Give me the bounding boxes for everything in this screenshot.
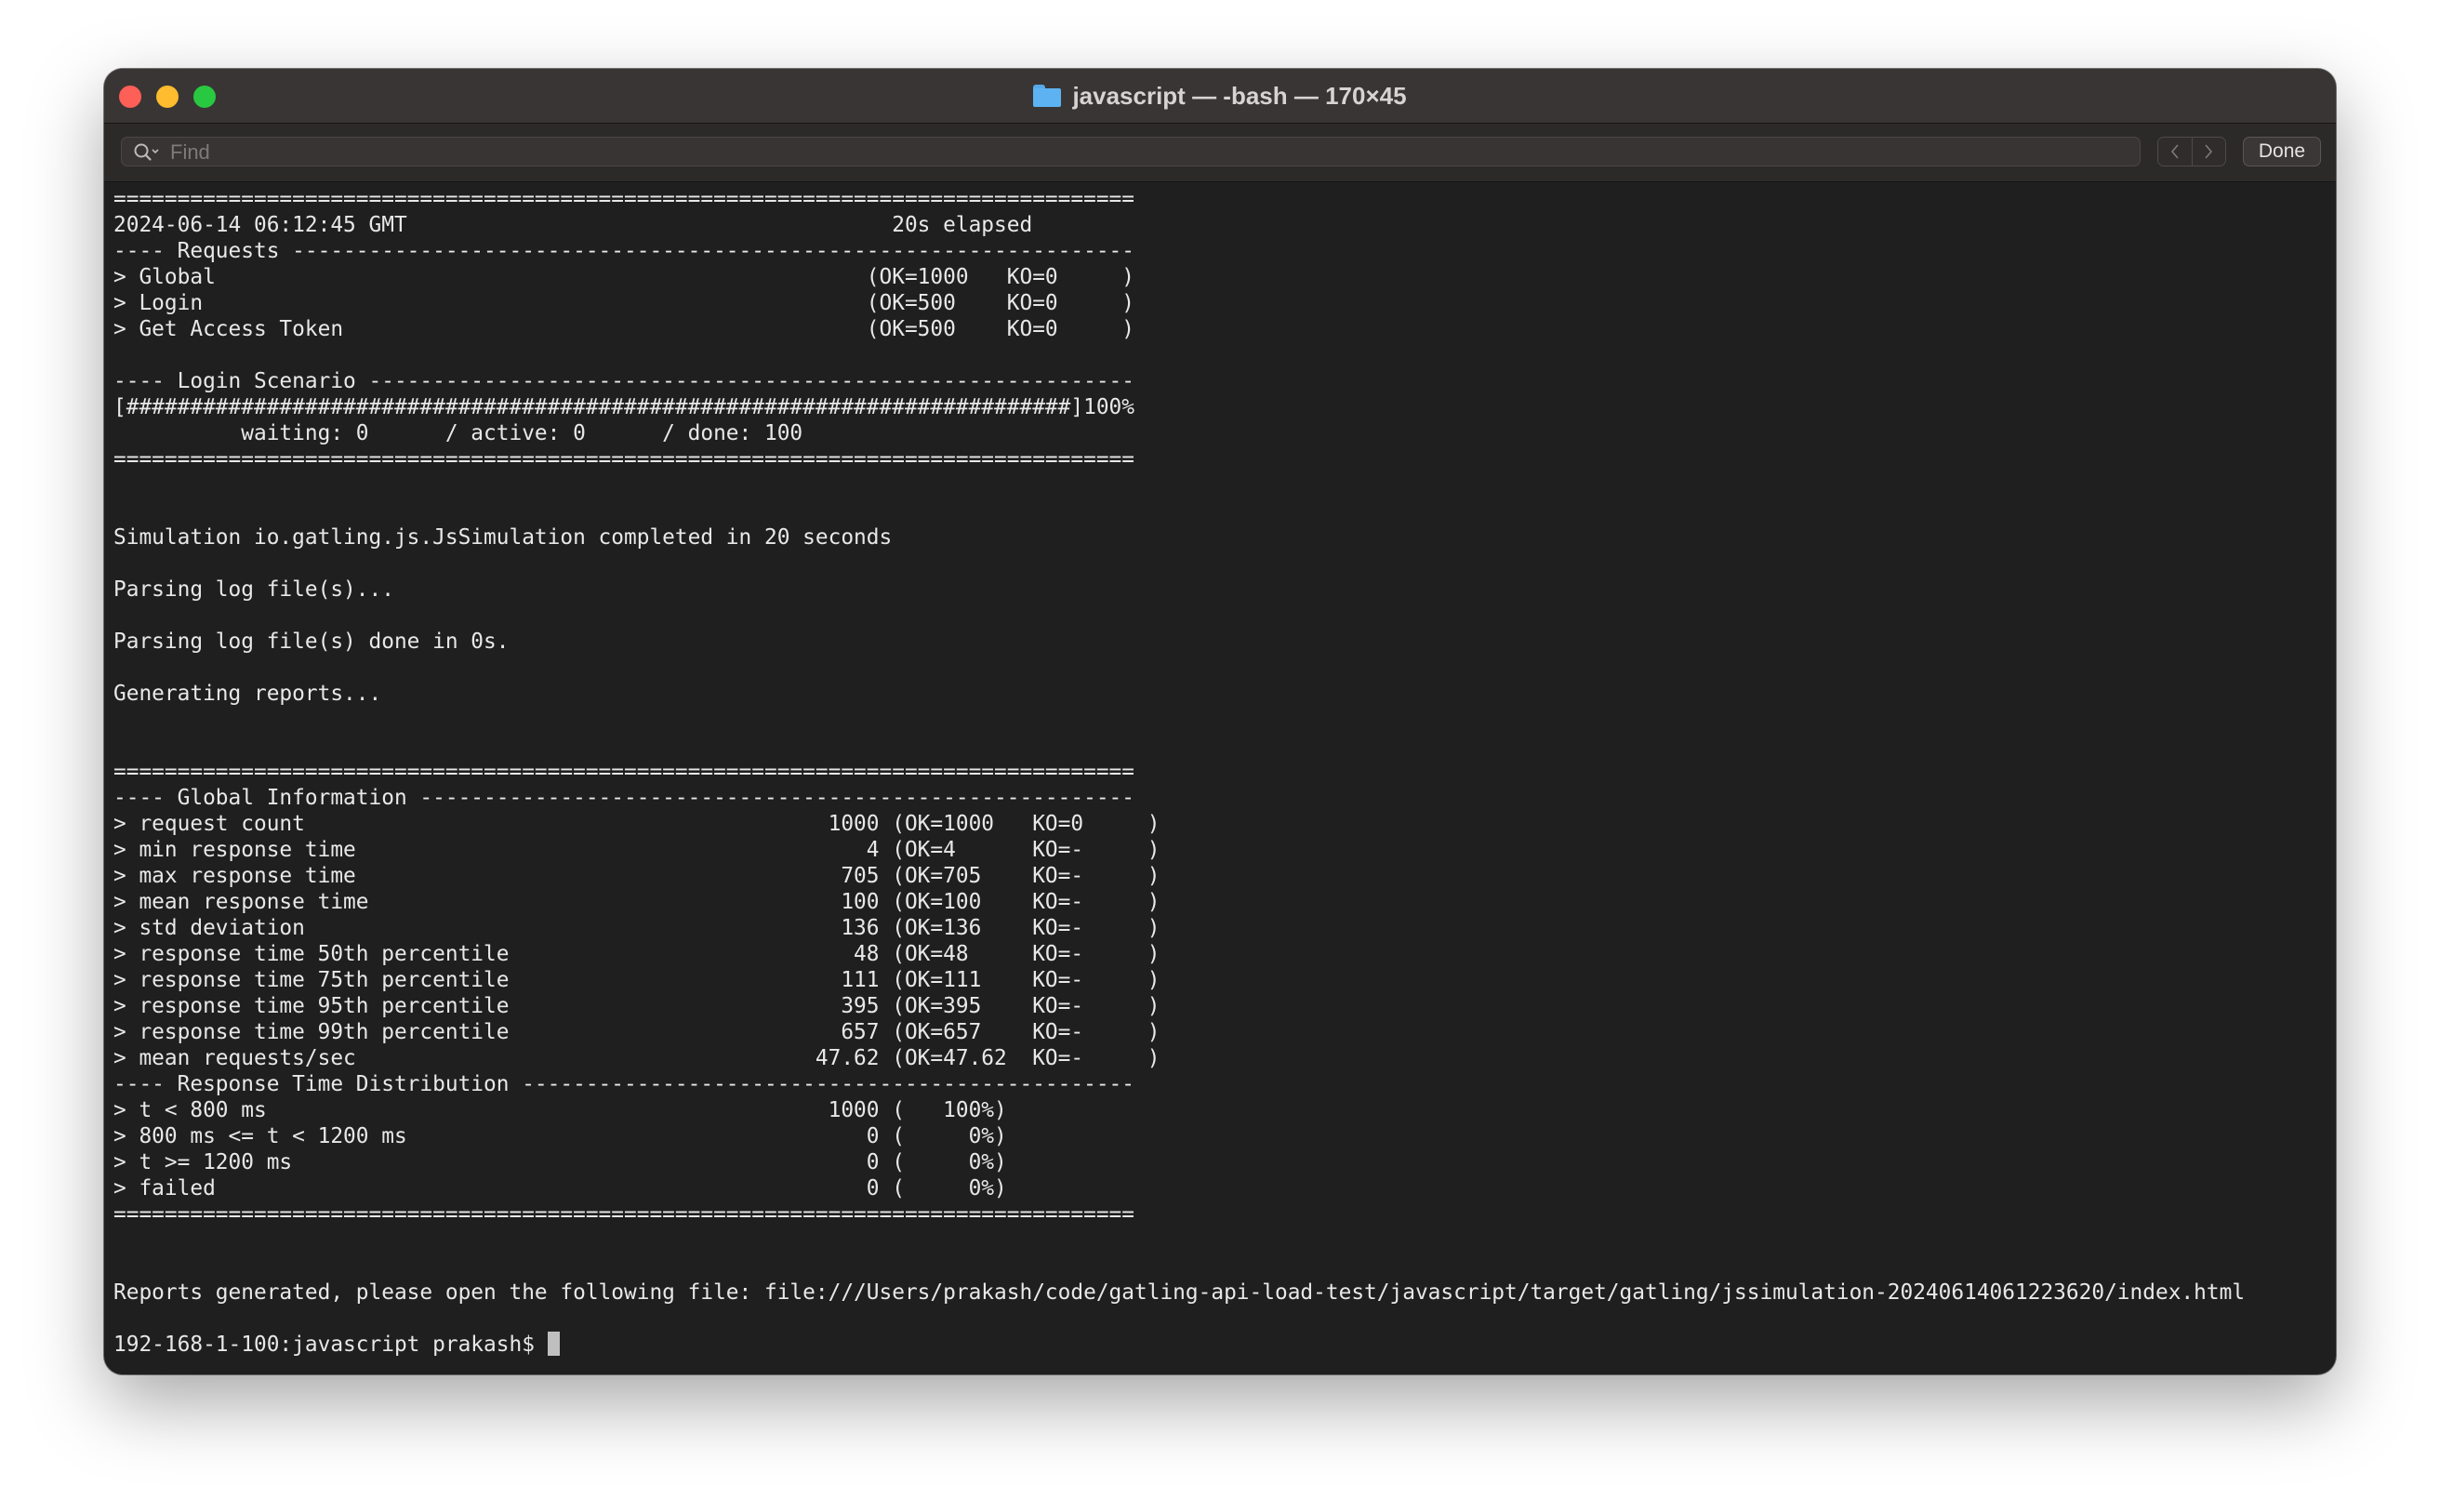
minimize-button[interactable] [156,86,179,108]
output-line: > min response time 4 (OK=4 KO=- ) [113,838,1160,862]
output-line: ---- Response Time Distribution --------… [113,1072,1134,1096]
find-bar: Done [104,124,2336,182]
output-line: > response time 50th percentile 48 (OK=4… [113,942,1160,966]
output-line: ---- Global Information ----------------… [113,786,1134,810]
output-line: > mean response time 100 (OK=100 KO=- ) [113,890,1160,914]
output-line: > mean requests/sec 47.62 (OK=47.62 KO=-… [113,1046,1160,1070]
terminal-output[interactable]: ========================================… [113,186,2336,1374]
find-next-button[interactable] [2191,138,2225,166]
output-line: 2024-06-14 06:12:45 GMT 20s elapsed [113,213,1033,237]
output-line: > Login (OK=500 KO=0 ) [113,291,1134,315]
output-line: ========================================… [113,447,1134,471]
close-button[interactable] [119,86,141,108]
window-title-text: javascript — -bash — 170×45 [1072,81,1407,110]
output-line: ========================================… [113,187,1134,211]
output-line: > 800 ms <= t < 1200 ms 0 ( 0%) [113,1124,1007,1148]
text-cursor [547,1332,560,1356]
output-line: > max response time 705 (OK=705 KO=- ) [113,864,1160,888]
output-line: ========================================… [113,1202,1134,1227]
output-line: > Get Access Token (OK=500 KO=0 ) [113,317,1134,341]
output-line: > response time 99th percentile 657 (OK=… [113,1020,1160,1044]
zoom-button[interactable] [193,86,216,108]
output-line: ========================================… [113,760,1134,784]
output-line: > std deviation 136 (OK=136 KO=- ) [113,916,1160,940]
output-line: > t >= 1200 ms 0 ( 0%) [113,1150,1007,1174]
output-line: ---- Requests --------------------------… [113,239,1134,263]
find-previous-button[interactable] [2158,138,2192,166]
find-navigation [2157,137,2226,166]
chevron-right-icon [2205,144,2213,159]
find-field[interactable] [121,137,2141,167]
output-line: > failed 0 ( 0%) [113,1176,1007,1200]
done-button[interactable]: Done [2243,137,2321,166]
output-line: waiting: 0 / active: 0 / done: 100 [113,421,803,445]
chevron-left-icon [2170,144,2179,159]
find-input[interactable] [168,138,2125,167]
output-line: Simulation io.gatling.js.JsSimulation co… [113,525,893,550]
window-title: javascript — -bash — 170×45 [1033,81,1407,111]
shell-prompt: 192-168-1-100:javascript prakash$ [113,1333,548,1357]
output-line: ---- Login Scenario --------------------… [113,369,1134,393]
output-line: [#######################################… [113,395,1134,419]
terminal-window: javascript — -bash — 170×45 Done =======… [104,69,2336,1374]
folder-icon [1033,85,1062,107]
output-line: > response time 75th percentile 111 (OK=… [113,968,1160,992]
title-bar[interactable]: javascript — -bash — 170×45 [104,69,2336,124]
output-line: Parsing log file(s)... [113,577,394,602]
output-line: > response time 95th percentile 395 (OK=… [113,994,1160,1018]
output-line: > Global (OK=1000 KO=0 ) [113,265,1134,289]
output-line: Reports generated, please open the follo… [113,1280,2246,1305]
output-line: Generating reports... [113,682,382,706]
output-line: Parsing log file(s) done in 0s. [113,630,510,654]
output-line: > t < 800 ms 1000 ( 100%) [113,1098,1007,1122]
search-icon[interactable] [133,142,161,163]
window-controls [119,86,216,108]
output-line: > request count 1000 (OK=1000 KO=0 ) [113,812,1160,836]
